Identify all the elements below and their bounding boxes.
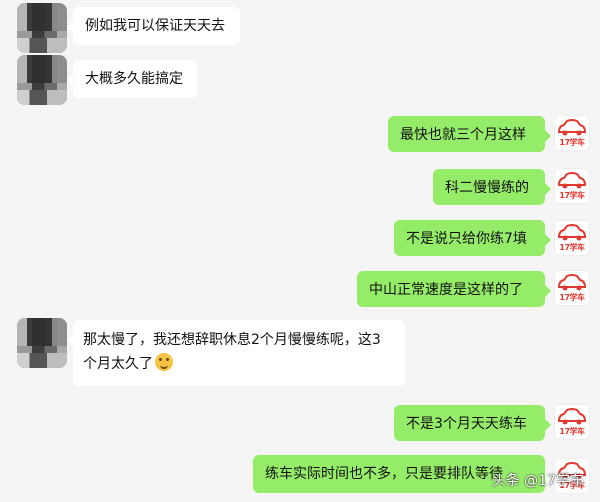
message-line: 那太慢了，我还想辞职休息2个月慢慢练呢，这3 [83,332,381,348]
sender-avatar[interactable] [17,55,67,105]
watermark: 头条 @17学车 [491,473,584,489]
brand-label: 17学车 [559,243,585,252]
contact-avatar[interactable]: 17学车 [554,220,590,256]
outgoing-message-bubble[interactable]: 最快也就三个月这样 [388,116,551,152]
car-logo-icon [557,408,587,425]
contact-avatar[interactable]: 17学车 [554,115,590,151]
brand-label: 17学车 [559,427,585,436]
outgoing-message-bubble[interactable]: 不是说只给你练7填 [394,220,551,256]
contact-avatar[interactable]: 17学车 [554,404,590,440]
message-line: 个月太久了 [83,356,153,372]
outgoing-message-bubble[interactable]: 中山正常速度是这样的了 [357,271,551,307]
car-logo-icon [557,224,587,241]
contact-avatar[interactable]: 17学车 [554,168,590,204]
car-logo-icon [557,172,587,189]
incoming-message-bubble[interactable]: 那太慢了，我还想辞职休息2个月慢慢练呢，这3 个月太久了 [67,320,405,386]
sender-avatar[interactable] [17,3,67,53]
sender-avatar[interactable] [17,318,67,368]
brand-label: 17学车 [559,138,585,147]
brand-label: 17学车 [559,293,585,302]
incoming-message-bubble[interactable]: 大概多久能搞定 [67,60,197,98]
car-logo-icon [557,274,587,291]
car-logo-icon [557,119,587,136]
emoji-icon [155,353,173,371]
outgoing-message-bubble[interactable]: 不是3个月天天练车 [394,405,551,441]
outgoing-message-bubble[interactable]: 科二慢慢练的 [433,169,551,205]
brand-label: 17学车 [559,191,585,200]
contact-avatar[interactable]: 17学车 [554,270,590,306]
incoming-message-bubble[interactable]: 例如我可以保证天天去 [67,7,240,45]
